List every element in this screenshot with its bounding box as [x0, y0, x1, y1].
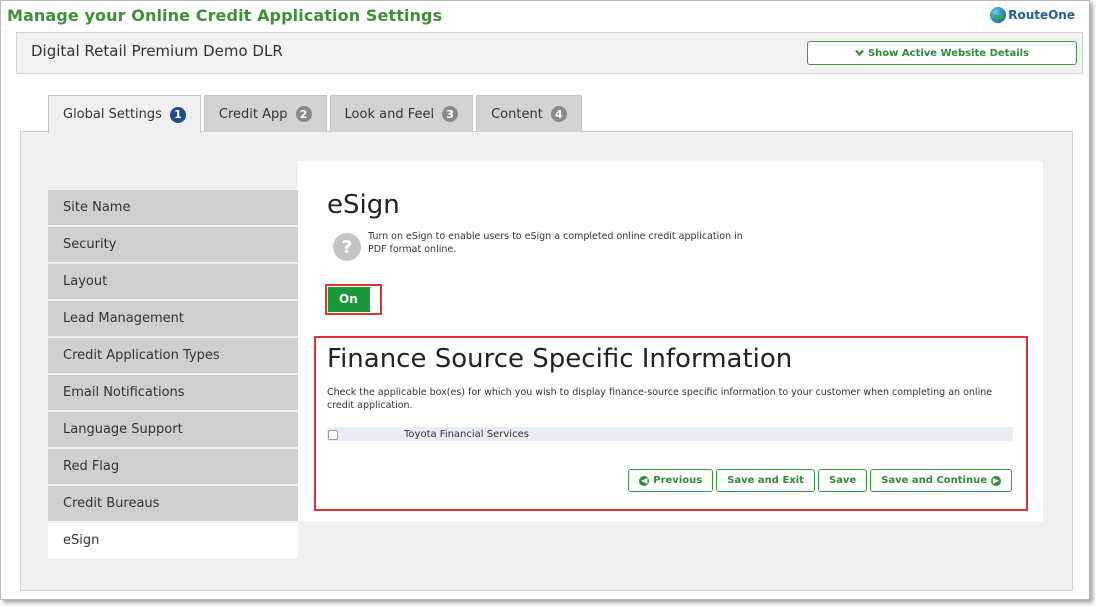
arrow-left-circle-icon: ◀ [639, 475, 650, 486]
sidebar-item-label: Lead Management [63, 311, 184, 326]
save-and-continue-button[interactable]: Save and Continue ▶ [870, 469, 1012, 492]
sidebar: Site Name Security Layout Lead Managemen… [48, 190, 298, 560]
sidebar-item-site-name[interactable]: Site Name [48, 190, 298, 225]
tab-label: Content [491, 106, 543, 122]
esign-title: eSign [327, 190, 400, 220]
sidebar-item-security[interactable]: Security [48, 227, 298, 262]
esign-toggle-highlight: On [325, 284, 382, 315]
finance-source-label: Toyota Financial Services [404, 428, 529, 440]
sidebar-item-label: Email Notifications [63, 385, 185, 400]
esign-content: eSign ? Turn on eSign to enable users to… [298, 161, 1043, 521]
tab-step-badge: 3 [442, 106, 459, 122]
previous-label: Previous [653, 475, 703, 486]
sidebar-item-layout[interactable]: Layout [48, 264, 298, 299]
toggle-knob [370, 287, 379, 312]
save-and-exit-label: Save and Exit [727, 475, 804, 486]
sidebar-item-label: Credit Bureaus [63, 496, 160, 511]
finance-source-section: Finance Source Specific Information Chec… [314, 336, 1028, 511]
sidebar-item-label: Language Support [63, 422, 183, 437]
esign-toggle[interactable]: On [328, 287, 379, 312]
save-and-exit-button[interactable]: Save and Exit [716, 469, 815, 492]
sidebar-item-esign[interactable]: eSign [48, 523, 298, 558]
sidebar-item-lead-management[interactable]: Lead Management [48, 301, 298, 336]
dealer-bar: Digital Retail Premium Demo DLR Show Act… [16, 32, 1083, 74]
sidebar-item-label: Layout [63, 274, 108, 289]
sidebar-item-credit-bureaus[interactable]: Credit Bureaus [48, 486, 298, 521]
brand-name: RouteOne [1008, 8, 1075, 22]
tab-label: Credit App [218, 106, 288, 122]
show-active-website-details-button[interactable]: Show Active Website Details [807, 41, 1077, 65]
tab-global-settings[interactable]: Global Settings 1 [48, 95, 201, 133]
page-title: Manage your Online Credit Application Se… [7, 6, 443, 25]
show-active-website-details-label: Show Active Website Details [867, 47, 1030, 59]
finance-source-title: Finance Source Specific Information [327, 344, 793, 374]
esign-toggle-label: On [339, 292, 358, 306]
sidebar-item-label: Security [63, 237, 117, 252]
tab-content[interactable]: Content 4 [476, 95, 582, 132]
esign-help-text: Turn on eSign to enable users to eSign a… [368, 231, 743, 255]
routeone-logo-icon [990, 7, 1007, 23]
tab-label: Global Settings [63, 107, 162, 122]
sidebar-item-language-support[interactable]: Language Support [48, 412, 298, 447]
tab-credit-app[interactable]: Credit App 2 [203, 95, 327, 132]
sidebar-item-label: eSign [63, 533, 100, 548]
tab-look-and-feel[interactable]: Look and Feel 3 [329, 95, 474, 132]
settings-tabs: Global Settings 1 Credit App 2 Look and … [48, 95, 582, 133]
dealer-name: Digital Retail Premium Demo DLR [31, 42, 283, 60]
sidebar-item-label: Site Name [63, 200, 131, 215]
sidebar-item-label: Red Flag [63, 459, 120, 474]
tab-step-badge: 2 [295, 106, 312, 122]
previous-button[interactable]: ◀ Previous [628, 469, 714, 492]
sidebar-item-credit-application-types[interactable]: Credit Application Types [48, 338, 298, 373]
app-window: Manage your Online Credit Application Se… [0, 0, 1090, 600]
finance-source-row: Toyota Financial Services [327, 427, 1013, 441]
save-label: Save [828, 475, 857, 486]
brand-logo: RouteOne [990, 7, 1075, 23]
sidebar-item-label: Credit Application Types [63, 348, 220, 363]
finance-source-description: Check the applicable box(es) for which y… [327, 387, 993, 411]
sidebar-item-email-notifications[interactable]: Email Notifications [48, 375, 298, 410]
arrow-right-circle-icon: ▶ [991, 475, 1001, 486]
tab-step-badge: 4 [550, 106, 567, 122]
save-and-continue-label: Save and Continue [881, 475, 987, 486]
form-actions: ◀ Previous Save and Exit Save Save and C… [628, 469, 1012, 492]
tab-label: Look and Feel [344, 106, 435, 122]
tab-step-badge: 1 [169, 106, 186, 123]
save-button[interactable]: Save [817, 469, 868, 492]
chevron-down-icon [855, 49, 864, 57]
question-icon: ? [333, 233, 361, 261]
toyota-financial-services-checkbox[interactable] [328, 430, 338, 440]
sidebar-item-red-flag[interactable]: Red Flag [48, 449, 298, 484]
